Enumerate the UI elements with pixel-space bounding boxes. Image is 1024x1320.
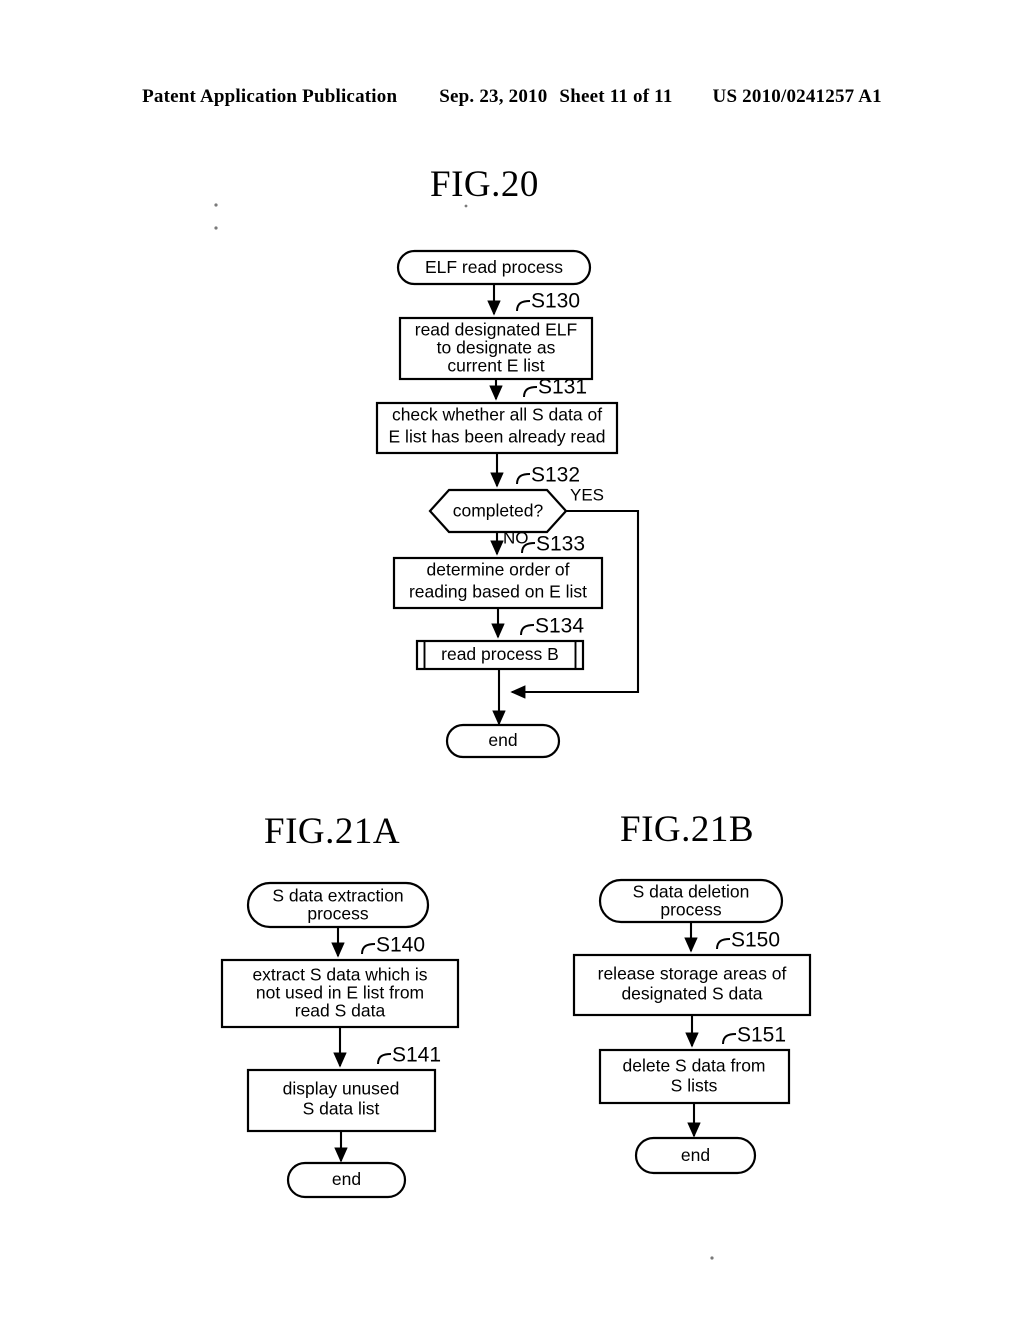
fig20-end-terminal: end xyxy=(445,723,561,759)
fig21a-s141-line2: S data list xyxy=(303,1099,380,1119)
fig20-s130-line1: read designated ELF xyxy=(415,320,577,340)
fig21b-s151-line2: S lists xyxy=(671,1076,718,1096)
fig20-flowchart: ELF read process S130 read designated EL… xyxy=(375,249,640,759)
fig20-s130-line3: current E list xyxy=(447,356,544,376)
fig20-leader-s134 xyxy=(520,624,535,636)
fig21b-process-s150: release storage areas of designated S da… xyxy=(572,953,812,1017)
fig20-process-s133: determine order of reading based on E li… xyxy=(392,556,604,610)
fig20-step-label-s134: S134 xyxy=(535,615,584,638)
fig21a-s141-line1: display unused xyxy=(283,1079,400,1099)
fig21b-end-terminal: end xyxy=(634,1136,757,1175)
fig20-s130-line2: to designate as xyxy=(437,338,556,358)
fig20-predefined-process-s134: read process B xyxy=(415,639,585,671)
fig20-branch-label-yes: YES xyxy=(570,485,604,504)
fig20-s134-label: read process B xyxy=(441,644,559,664)
fig21a-start-terminal: S data extraction process xyxy=(246,881,430,929)
fig21a-s140-line1: extract S data which is xyxy=(252,965,427,985)
fig20-step-label-s130: S130 xyxy=(531,290,580,313)
fig21a-start-line2: process xyxy=(307,904,369,924)
fig21a-leader-s140 xyxy=(361,943,376,955)
fig21b-s150-line2: designated S data xyxy=(621,984,762,1004)
patent-drawing-page: Patent Application Publication Sep. 23, 2… xyxy=(0,0,1024,1320)
fig20-decision-s132: completed? xyxy=(428,488,568,534)
fig20-step-label-s131: S131 xyxy=(538,376,587,399)
fig20-s133-line1: determine order of xyxy=(427,560,570,580)
fig21a-s140-line2: not used in E list from xyxy=(256,983,424,1003)
fig21b-process-s151: delete S data from S lists xyxy=(598,1048,791,1105)
fig20-leader-s130 xyxy=(516,300,531,312)
fig21a-step-label-s141: S141 xyxy=(392,1044,441,1067)
fig20-start-label: ELF read process xyxy=(425,257,563,277)
fig20-process-s130: read designated ELF to designate as curr… xyxy=(398,316,594,381)
fig21b-s151-line1: delete S data from xyxy=(623,1056,766,1076)
fig21b-s150-line1: release storage areas of xyxy=(598,964,787,984)
fig21b-step-label-s151: S151 xyxy=(737,1024,786,1047)
fig21a-start-line1: S data extraction xyxy=(272,886,403,906)
fig20-step-label-s132: S132 xyxy=(531,464,580,487)
fig21a-s140-line3: read S data xyxy=(295,1001,386,1021)
fig21b-flowchart: S data deletion process S150 release sto… xyxy=(572,878,812,1175)
fig21a-step-label-s140: S140 xyxy=(376,934,425,957)
fig20-end-label: end xyxy=(488,730,517,750)
fig21b-leader-s150 xyxy=(716,938,731,950)
fig21b-end-label: end xyxy=(681,1145,710,1165)
fig21a-process-s141: display unused S data list xyxy=(246,1068,437,1133)
fig21b-leader-s151 xyxy=(722,1033,737,1045)
fig20-start-terminal: ELF read process xyxy=(396,249,592,286)
fig21b-start-terminal: S data deletion process xyxy=(598,878,784,924)
fig21a-end-terminal: end xyxy=(286,1161,407,1199)
fig20-leader-s131 xyxy=(523,386,538,398)
fig21b-start-line1: S data deletion xyxy=(633,882,750,902)
fig21a-leader-s141 xyxy=(377,1053,392,1065)
fig20-leader-s132 xyxy=(516,473,531,485)
fig20-s131-line2: E list has been already read xyxy=(389,427,606,447)
fig20-process-s131: check whether all S data of E list has b… xyxy=(375,401,619,455)
fig21a-end-label: end xyxy=(332,1169,361,1189)
fig20-step-label-s133: S133 xyxy=(536,533,585,556)
fig21a-flowchart: S data extraction process S140 extract S… xyxy=(220,881,460,1199)
fig20-s133-line2: reading based on E list xyxy=(409,582,587,602)
fig21b-start-line2: process xyxy=(660,900,722,920)
fig21a-process-s140: extract S data which is not used in E li… xyxy=(220,958,460,1029)
fig20-s131-line1: check whether all S data of xyxy=(392,405,602,425)
fig21b-step-label-s150: S150 xyxy=(731,929,780,952)
fig20-s132-label: completed? xyxy=(453,501,544,521)
flowchart-canvas: ELF read process S130 read designated EL… xyxy=(214,203,812,1260)
